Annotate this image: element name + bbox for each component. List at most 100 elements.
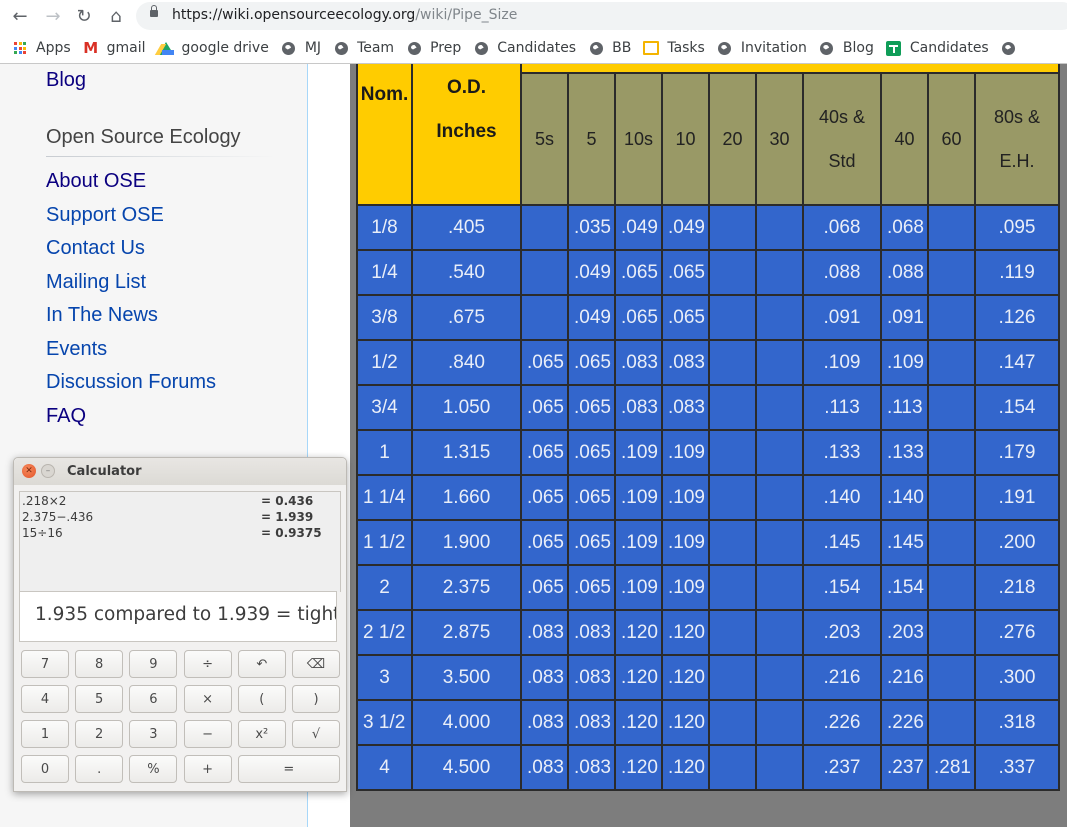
close-button[interactable]: ✕ bbox=[22, 464, 36, 478]
add-button[interactable]: + bbox=[183, 755, 232, 783]
wall-thickness-cell bbox=[708, 699, 757, 746]
key-9[interactable]: 9 bbox=[129, 650, 178, 678]
wall-thickness-cell bbox=[755, 429, 804, 476]
key-1[interactable]: 1 bbox=[21, 720, 69, 748]
key-6[interactable]: 6 bbox=[129, 685, 178, 713]
wall-thickness-cell: .203 bbox=[880, 609, 929, 656]
reload-button[interactable]: ↻ bbox=[71, 4, 97, 28]
divide-button[interactable]: ÷ bbox=[183, 650, 232, 678]
open-paren-button[interactable]: ( bbox=[237, 685, 286, 713]
wall-thickness-cell: .083 bbox=[567, 654, 616, 701]
key-0[interactable]: 0 bbox=[21, 755, 69, 783]
bookmark-team[interactable]: Team bbox=[333, 40, 394, 56]
wall-thickness-cell bbox=[755, 474, 804, 521]
backspace-button[interactable]: ⌫ bbox=[292, 650, 340, 678]
calculator-titlebar[interactable]: ✕ – Calculator bbox=[14, 458, 346, 485]
header-od: O.D. Inches bbox=[411, 64, 522, 206]
sidebar-link-blog[interactable]: Blog bbox=[46, 69, 86, 92]
history-result[interactable]: = 0.436 bbox=[261, 494, 313, 508]
bookmark-overflow[interactable] bbox=[1001, 40, 1025, 56]
wall-thickness-cell: .109 bbox=[880, 339, 929, 386]
multiply-button[interactable]: × bbox=[183, 685, 232, 713]
wall-thickness-cell: .226 bbox=[880, 699, 929, 746]
calculator-input[interactable]: 1.935 compared to 1.939 = tight bbox=[19, 591, 337, 642]
wall-thickness-cell: .065 bbox=[520, 564, 569, 611]
schedule-header: 5s bbox=[520, 72, 569, 206]
bookmark-google-drive[interactable]: google drive bbox=[157, 40, 269, 56]
history-expression[interactable]: 2.375−.436 bbox=[22, 510, 93, 524]
wall-thickness-cell bbox=[755, 339, 804, 386]
wall-thickness-cell: .179 bbox=[974, 429, 1060, 476]
key-3[interactable]: 3 bbox=[129, 720, 178, 748]
wall-thickness-cell: .049 bbox=[567, 294, 616, 341]
sidebar-link-about-ose[interactable]: About OSE bbox=[46, 170, 146, 193]
wall-thickness-cell: .120 bbox=[614, 699, 663, 746]
wall-thickness-cell bbox=[927, 519, 976, 566]
history-expression[interactable]: .218×2 bbox=[22, 494, 66, 508]
wall-thickness-cell: .065 bbox=[567, 384, 616, 431]
bookmark-apps[interactable]: Apps bbox=[12, 40, 71, 56]
key-7[interactable]: 7 bbox=[21, 650, 69, 678]
equals-button[interactable]: = bbox=[237, 755, 340, 783]
bookmark-label: Candidates bbox=[909, 40, 989, 56]
bookmark-mj[interactable]: MJ bbox=[281, 40, 321, 56]
sidebar-link-faq[interactable]: FAQ bbox=[46, 405, 86, 428]
history-result[interactable]: = 0.9375 bbox=[261, 526, 322, 540]
wall-thickness-cell: .083 bbox=[520, 699, 569, 746]
wall-thickness-cell: .065 bbox=[614, 249, 663, 296]
portal-divider bbox=[46, 156, 276, 157]
forward-button[interactable]: → bbox=[40, 4, 66, 28]
wall-thickness-cell: .218 bbox=[974, 564, 1060, 611]
bookmark-blog[interactable]: Blog bbox=[819, 40, 874, 56]
sidebar-link-in-the-news[interactable]: In The News bbox=[46, 304, 158, 327]
wall-thickness-cell: .113 bbox=[880, 384, 929, 431]
key-4[interactable]: 4 bbox=[21, 685, 69, 713]
decimal-button[interactable]: . bbox=[75, 755, 124, 783]
sidebar-link-mailing-list[interactable]: Mailing List bbox=[46, 271, 146, 294]
sidebar-link-events[interactable]: Events bbox=[46, 338, 107, 361]
key-5[interactable]: 5 bbox=[75, 685, 124, 713]
wall-thickness-cell: .109 bbox=[661, 429, 710, 476]
history-expression[interactable]: 15÷16 bbox=[22, 526, 63, 540]
sqrt-button[interactable]: √ bbox=[292, 720, 340, 748]
table-row: 1 1/4 1.660.065.065.109.109.140.140.191 bbox=[356, 474, 1060, 521]
bookmark-invitation[interactable]: Invitation bbox=[717, 40, 807, 56]
subtract-button[interactable]: − bbox=[183, 720, 232, 748]
wall-thickness-cell: .237 bbox=[802, 744, 882, 791]
wall-thickness-cell bbox=[708, 294, 757, 341]
wall-thickness-cell: .154 bbox=[880, 564, 929, 611]
od-cell: .540 bbox=[411, 249, 522, 296]
header-od-line2: Inches bbox=[436, 121, 497, 142]
nominal-size-cell: 1 1/2 bbox=[356, 519, 413, 566]
bookmark-tasks[interactable]: Tasks bbox=[643, 40, 705, 56]
bookmark-candidates[interactable]: Candidates bbox=[473, 40, 576, 56]
bookmark-prep[interactable]: Prep bbox=[406, 40, 461, 56]
wall-thickness-cell: .083 bbox=[567, 609, 616, 656]
wall-thickness-cell bbox=[927, 564, 976, 611]
percent-button[interactable]: % bbox=[129, 755, 178, 783]
bookmark-candidates-sheet[interactable]: Candidates bbox=[886, 40, 989, 56]
wall-thickness-cell bbox=[708, 519, 757, 566]
history-result[interactable]: = 1.939 bbox=[261, 510, 313, 524]
square-button[interactable]: x² bbox=[237, 720, 286, 748]
key-2[interactable]: 2 bbox=[75, 720, 124, 748]
minimize-button[interactable]: – bbox=[41, 464, 55, 478]
sidebar-link-discussion-forums[interactable]: Discussion Forums bbox=[46, 371, 216, 394]
back-button[interactable]: ← bbox=[7, 4, 33, 28]
wall-thickness-cell: .091 bbox=[802, 294, 882, 341]
address-bar[interactable]: https://wiki.opensourceecology.org/wiki/… bbox=[136, 2, 1067, 30]
wall-thickness-cell: .318 bbox=[974, 699, 1060, 746]
nominal-size-cell: 1/2 bbox=[356, 339, 413, 386]
od-cell: .675 bbox=[411, 294, 522, 341]
wall-thickness-cell: .226 bbox=[802, 699, 882, 746]
url-text[interactable]: https://wiki.opensourceecology.org/wiki/… bbox=[172, 7, 517, 23]
wall-thickness-cell: .109 bbox=[661, 519, 710, 566]
sidebar-link-contact-us[interactable]: Contact Us bbox=[46, 237, 145, 260]
home-button[interactable]: ⌂ bbox=[103, 4, 129, 28]
sidebar-link-support-ose[interactable]: Support OSE bbox=[46, 204, 164, 227]
bookmark-gmail[interactable]: M gmail bbox=[83, 39, 145, 57]
bookmark-bb[interactable]: BB bbox=[588, 40, 631, 56]
key-8[interactable]: 8 bbox=[75, 650, 124, 678]
undo-button[interactable]: ↶ bbox=[237, 650, 286, 678]
close-paren-button[interactable]: ) bbox=[292, 685, 340, 713]
